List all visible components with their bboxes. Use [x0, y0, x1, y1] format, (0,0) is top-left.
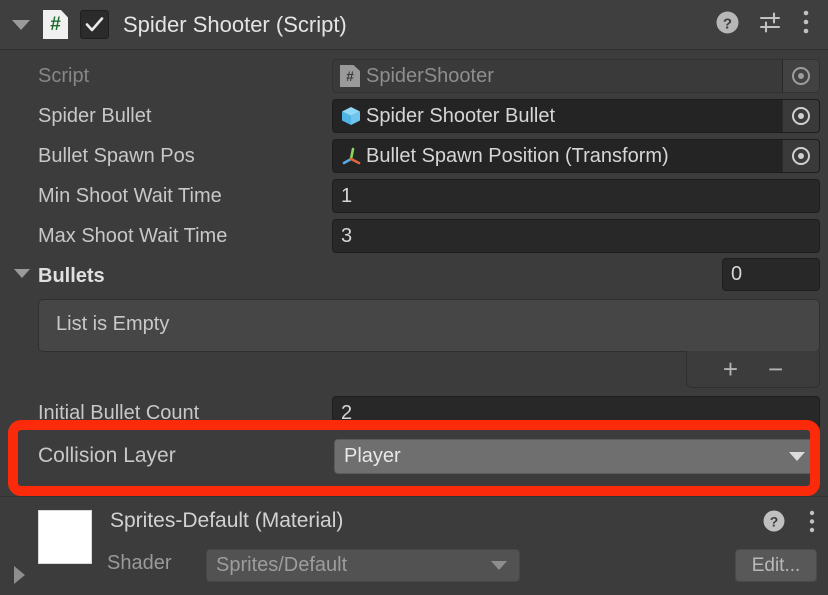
- object-picker-icon[interactable]: [782, 60, 819, 92]
- edit-shader-button[interactable]: Edit...: [735, 549, 817, 582]
- prefab-cube-icon: [340, 105, 362, 127]
- bullet-spawn-pos-object-field[interactable]: Bullet Spawn Position (Transform): [332, 139, 820, 173]
- component-title: Spider Shooter (Script): [123, 11, 347, 37]
- header-icon-group: ?: [715, 9, 810, 40]
- transform-axis-icon: [340, 145, 362, 167]
- spider-bullet-value: Spider Shooter Bullet: [366, 104, 556, 127]
- property-label: Min Shoot Wait Time: [38, 184, 222, 207]
- field-value: 3: [341, 224, 353, 247]
- kebab-menu-icon[interactable]: [802, 9, 810, 40]
- list-size-value: 0: [731, 263, 743, 285]
- csharp-script-icon: #: [43, 10, 68, 39]
- remove-element-button[interactable]: −: [768, 356, 783, 382]
- property-row-bullet-spawn-pos: Bullet Spawn Pos Bullet Spawn Position (…: [0, 139, 828, 173]
- component-enabled-checkbox[interactable]: [80, 10, 109, 39]
- shader-dropdown[interactable]: Sprites/Default: [206, 549, 520, 582]
- property-row-min-shoot-wait-time: Min Shoot Wait Time 1: [0, 179, 828, 213]
- chevron-right-icon[interactable]: [14, 566, 25, 584]
- material-preview-swatch[interactable]: [38, 510, 92, 564]
- field-value: 1: [341, 184, 353, 207]
- script-object-field[interactable]: # SpiderShooter: [332, 59, 820, 93]
- collision-layer-dropdown[interactable]: Player: [334, 438, 818, 474]
- script-object-value: SpiderShooter: [366, 64, 494, 87]
- bullet-spawn-pos-value: Bullet Spawn Position (Transform): [366, 144, 669, 167]
- check-icon: [85, 17, 104, 32]
- max-shoot-wait-time-input[interactable]: 3: [332, 219, 820, 253]
- min-shoot-wait-time-input[interactable]: 1: [332, 179, 820, 213]
- help-icon[interactable]: ?: [715, 10, 740, 40]
- field-value: 2: [341, 401, 353, 424]
- kebab-menu-icon[interactable]: [808, 509, 816, 539]
- svg-text:#: #: [346, 68, 354, 84]
- property-label: Spider Bullet: [38, 104, 152, 127]
- chevron-down-icon[interactable]: [14, 269, 30, 278]
- spider-bullet-object-field[interactable]: Spider Shooter Bullet: [332, 99, 820, 133]
- chevron-down-icon: [491, 561, 507, 570]
- object-picker-icon[interactable]: [782, 100, 819, 132]
- material-title: Sprites-Default (Material): [110, 509, 344, 532]
- property-label: Collision Layer: [38, 444, 176, 467]
- property-label: Initial Bullet Count: [38, 401, 200, 424]
- property-row-max-shoot-wait-time: Max Shoot Wait Time 3: [0, 219, 828, 253]
- object-picker-icon[interactable]: [782, 140, 819, 172]
- shader-value: Sprites/Default: [216, 554, 348, 576]
- svg-text:?: ?: [770, 514, 779, 530]
- collision-layer-value: Player: [344, 444, 401, 467]
- chevron-down-icon[interactable]: [12, 19, 30, 30]
- component-header[interactable]: # Spider Shooter (Script) ?: [0, 0, 828, 50]
- shader-label: Shader: [107, 552, 172, 574]
- list-header-bullets[interactable]: Bullets: [0, 261, 828, 291]
- inspector-panel: # Spider Shooter (Script) ? Script # Spi…: [0, 0, 828, 595]
- chevron-down-icon: [789, 451, 805, 461]
- property-row-script: Script # SpiderShooter: [0, 59, 828, 93]
- edit-shader-label: Edit...: [751, 554, 801, 576]
- material-section: Sprites-Default (Material) ? Shader Spri…: [0, 496, 828, 595]
- add-element-button[interactable]: +: [723, 356, 738, 382]
- property-row-initial-bullet-count: Initial Bullet Count 2: [0, 396, 828, 430]
- list-empty-text: List is Empty: [56, 313, 170, 335]
- property-row-collision-layer: Collision Layer Player: [0, 437, 828, 475]
- property-label: Script: [38, 64, 90, 87]
- initial-bullet-count-input[interactable]: 2: [332, 396, 820, 430]
- property-row-spider-bullet: Spider Bullet Spider Shooter Bullet: [0, 99, 828, 133]
- list-size-input[interactable]: 0: [722, 258, 820, 291]
- csharp-script-icon: #: [340, 65, 362, 87]
- list-footer-buttons: + −: [686, 351, 820, 388]
- svg-text:?: ?: [723, 15, 732, 32]
- preset-sliders-icon[interactable]: [758, 10, 784, 40]
- list-label: Bullets: [38, 264, 105, 287]
- help-icon[interactable]: ?: [762, 509, 786, 538]
- list-body-bullets: List is Empty: [38, 299, 820, 352]
- property-label: Bullet Spawn Pos: [38, 144, 195, 167]
- property-label: Max Shoot Wait Time: [38, 224, 228, 247]
